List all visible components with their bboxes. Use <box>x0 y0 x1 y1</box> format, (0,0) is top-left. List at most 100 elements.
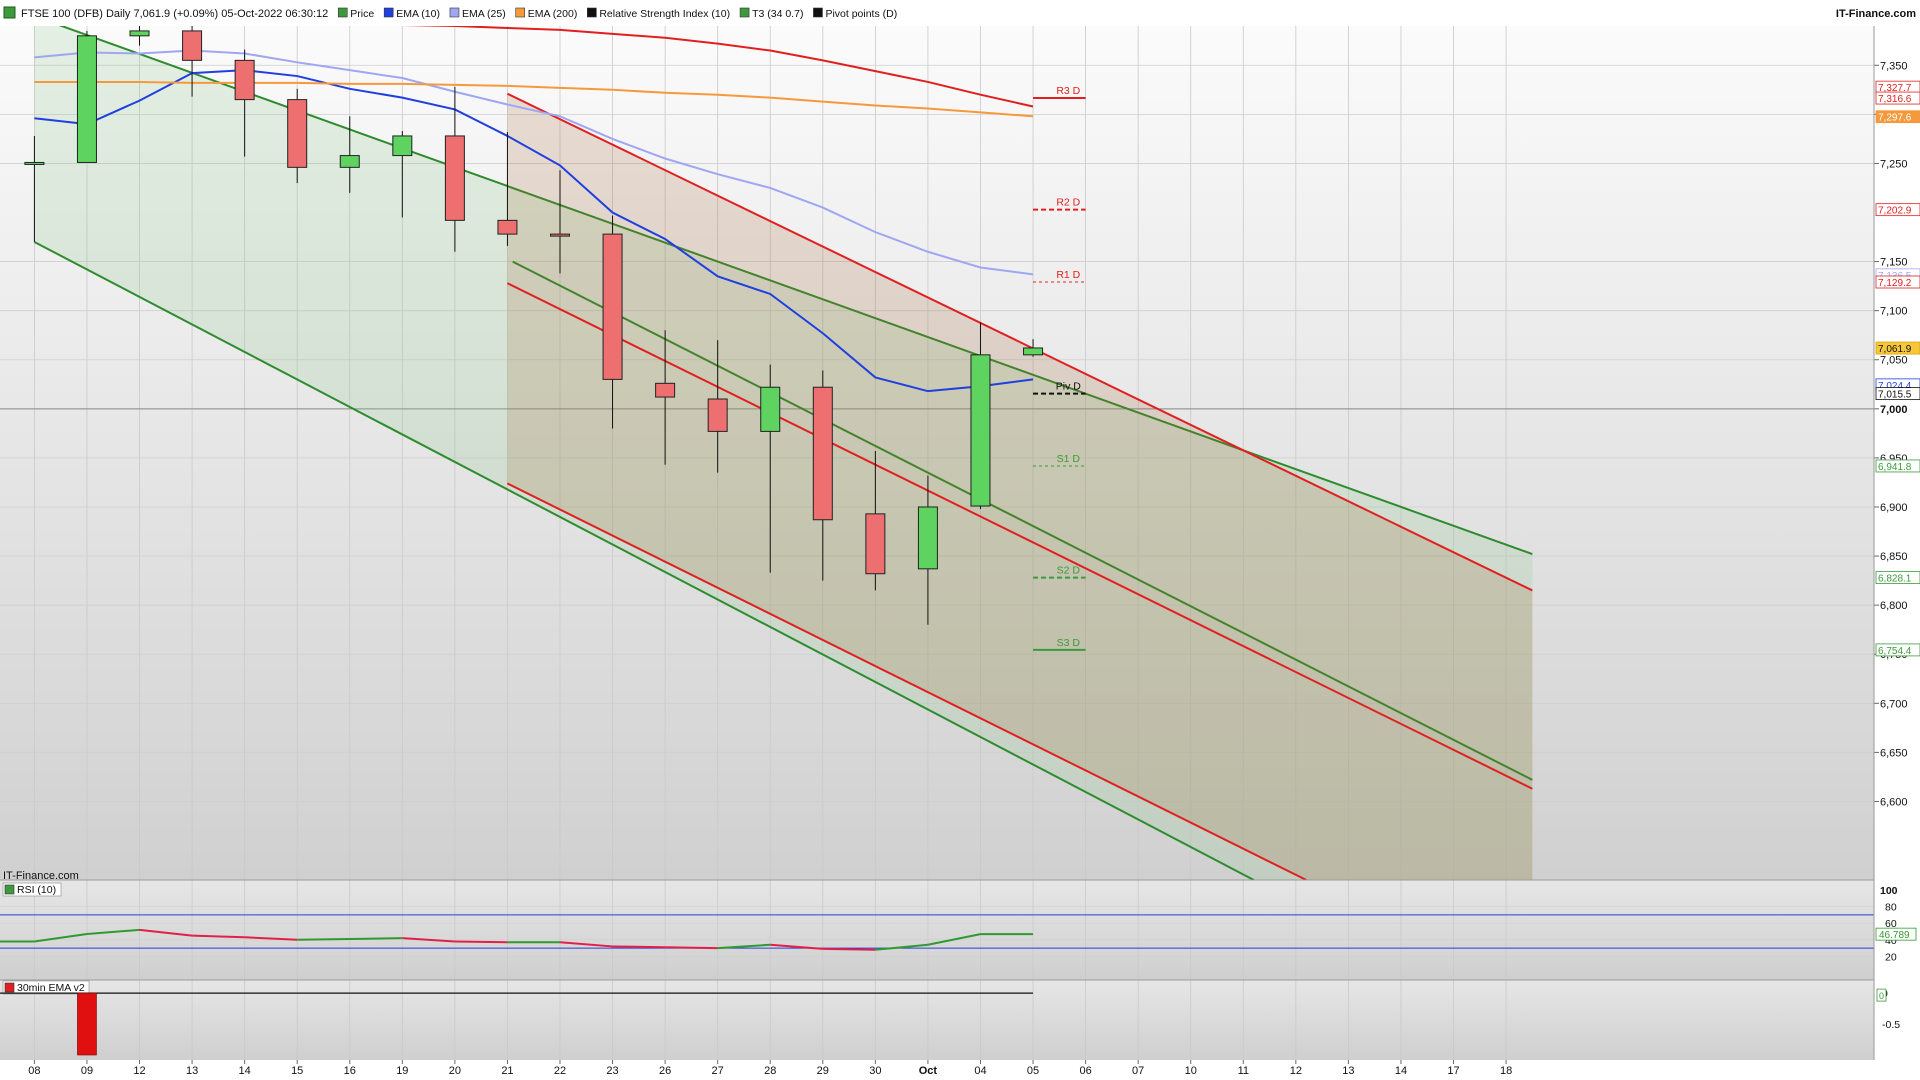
date-tick-label: 08 <box>28 1065 40 1077</box>
price-tick-label: 6,850 <box>1880 551 1908 563</box>
price-tick-label: 7,150 <box>1880 257 1908 269</box>
bullish-candle <box>24 161 45 165</box>
price-tag-label: 7,015.5 <box>1878 390 1912 401</box>
brand-label: IT-Finance.com <box>1836 8 1916 20</box>
price-tag-label: 7,202.9 <box>1878 206 1912 217</box>
date-tick-label: 07 <box>1132 1065 1144 1077</box>
ema-panel-background <box>0 980 1874 1060</box>
price-tick-label: 6,650 <box>1880 747 1908 759</box>
price-tag-label: 7,316.6 <box>1878 94 1912 105</box>
bullish-candle <box>339 155 360 168</box>
date-tick-label: Oct <box>919 1065 938 1077</box>
legend-swatch-icon <box>449 7 460 18</box>
ema-v2-bar <box>77 992 97 1056</box>
date-tick-label: 16 <box>344 1065 356 1077</box>
price-tick-label: 7,050 <box>1880 355 1908 367</box>
legend-item-label: EMA (200) <box>528 8 578 20</box>
date-tick-label: 12 <box>133 1065 145 1077</box>
pivot-label: R2 D <box>1056 197 1080 209</box>
bearish-candle <box>497 219 518 235</box>
bearish-candle <box>602 233 623 380</box>
date-tick-label: 11 <box>1238 1065 1249 1077</box>
price-tick-label: 6,900 <box>1880 502 1908 514</box>
date-tick-label: 26 <box>659 1065 671 1077</box>
rsi-line-segment <box>665 946 718 950</box>
pivot-label: S2 D <box>1057 565 1081 577</box>
date-tick-label: 12 <box>1290 1065 1302 1077</box>
chart-title: FTSE 100 (DFB) Daily 7,061.9 (+0.09%) 05… <box>21 8 328 20</box>
price-tick-label: 6,800 <box>1880 600 1908 612</box>
date-tick-label: 23 <box>606 1065 618 1077</box>
legend-item-label: EMA (10) <box>396 8 440 20</box>
ema-v2-title: 30min EMA v2 <box>17 982 85 994</box>
bullish-candle <box>76 35 97 163</box>
bearish-candle <box>655 382 676 398</box>
bullish-candle <box>1023 347 1044 356</box>
bullish-candle <box>970 354 991 507</box>
watermark: IT-Finance.com <box>3 870 79 882</box>
price-tag-label: 6,941.8 <box>1878 462 1912 473</box>
ema-v2-tick-label: -0.5 <box>1882 1019 1900 1031</box>
date-tick-label: 21 <box>501 1065 513 1077</box>
legend-swatch-icon <box>813 7 823 18</box>
rsi-panel-background <box>0 880 1874 980</box>
date-tick-label: 06 <box>1079 1065 1091 1077</box>
ema-v2-legend-icon <box>4 982 15 993</box>
legend-swatch-icon <box>383 7 394 18</box>
bearish-candle <box>707 398 728 432</box>
date-tick-label: 17 <box>1447 1065 1459 1077</box>
legend-item-label: T3 (34 0.7) <box>752 8 803 20</box>
ema-v2-value-label: 0 <box>1879 991 1884 1001</box>
date-tick-label: 05 <box>1027 1065 1039 1077</box>
price-tag-label: 6,828.1 <box>1878 574 1912 585</box>
price-tick-label: 7,100 <box>1880 306 1908 318</box>
date-tick-label: 14 <box>1395 1065 1407 1077</box>
bearish-candle <box>287 99 308 168</box>
price-tag-label: 7,129.2 <box>1878 278 1912 289</box>
date-tick-label: 10 <box>1185 1065 1197 1077</box>
rsi-line-segment <box>349 937 403 940</box>
price-tag-label: 7,297.6 <box>1878 113 1912 124</box>
date-tick-label: 28 <box>764 1065 776 1077</box>
pivot-label: Piv D <box>1056 381 1082 393</box>
rsi-line-segment <box>822 947 876 951</box>
rsi-tick-label: 100 <box>1880 885 1898 897</box>
date-tick-label: 14 <box>239 1065 251 1077</box>
legend-swatch-icon <box>337 7 348 18</box>
date-tick-label: 22 <box>554 1065 566 1077</box>
pivot-label: R3 D <box>1056 85 1080 97</box>
price-tick-label: 7,250 <box>1880 158 1908 170</box>
bearish-candle <box>865 513 886 575</box>
rsi-line-segment <box>454 940 508 944</box>
rsi-line-segment <box>297 937 350 941</box>
date-tick-label: 18 <box>1500 1065 1512 1077</box>
rsi-tick-label: 80 <box>1885 902 1897 914</box>
price-tick-label: 6,700 <box>1880 698 1908 710</box>
price-tick-label: 7,350 <box>1880 60 1908 72</box>
bullish-candle <box>917 506 938 570</box>
legend-item-label: Relative Strength Index (10) <box>599 8 730 20</box>
ftse-chart[interactable]: R3 D R2 D R1 D Piv D S1 D S2 D S3 D RSI (10) 20… <box>0 0 1920 1080</box>
bearish-candle <box>234 59 255 101</box>
date-tick-label: 20 <box>449 1065 461 1077</box>
rsi-title: RSI (10) <box>17 884 56 896</box>
legend-item-label: Price <box>350 8 374 20</box>
pivot-label: S3 D <box>1057 637 1081 649</box>
bullish-candle <box>760 386 781 432</box>
legend-swatch-icon <box>739 7 750 18</box>
rsi-line-segment <box>612 945 666 949</box>
date-tick-label: 15 <box>291 1065 303 1077</box>
date-tick-label: 27 <box>712 1065 724 1077</box>
bullish-candle <box>129 30 150 37</box>
date-tick-label: 19 <box>396 1065 408 1077</box>
date-tick-label: 29 <box>817 1065 829 1077</box>
price-tag-label: 7,061.9 <box>1878 344 1912 355</box>
pivot-label: S1 D <box>1057 453 1081 465</box>
rsi-legend-icon <box>4 884 15 895</box>
header-logo-icon <box>3 6 16 19</box>
legend-swatch-icon <box>587 7 597 18</box>
legend-swatch-icon <box>515 7 526 18</box>
bearish-candle <box>444 135 465 221</box>
date-axis-background <box>0 1060 1920 1080</box>
price-tick-label: 6,600 <box>1880 796 1908 808</box>
